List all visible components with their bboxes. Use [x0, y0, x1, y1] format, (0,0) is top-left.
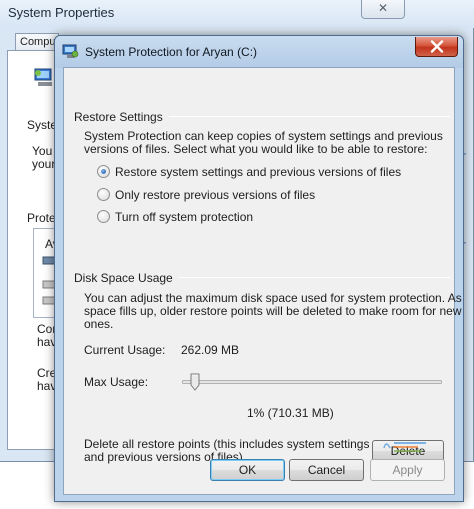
- bg-fragment-system: Syster: [27, 118, 55, 132]
- restore-settings-description-line2: versions of files. Select what you would…: [84, 142, 428, 156]
- dialog-titlebar[interactable]: System Protection for Aryan (C:): [55, 36, 463, 68]
- system-properties-titlebar: System Properties ✕: [0, 0, 474, 28]
- bg-fragment-have: hav: [37, 335, 55, 349]
- radio-label: Restore system settings and previous ver…: [115, 164, 402, 179]
- radio-restore-settings-and-files[interactable]: Restore system settings and previous ver…: [97, 164, 401, 179]
- bg-fragment-configure: Cor: [37, 322, 55, 336]
- system-properties-close-button[interactable]: ✕: [361, 0, 405, 19]
- radio-turn-off-protection[interactable]: Turn off system protection: [97, 209, 253, 224]
- apply-button[interactable]: Apply: [370, 459, 445, 481]
- watermark-logo: [383, 442, 426, 452]
- system-protection-dialog: System Protection for Aryan (C:) Restore…: [54, 35, 464, 502]
- system-protection-icon: [62, 44, 79, 58]
- disk-space-description-line2: space fills up, older restore points wil…: [84, 304, 462, 318]
- restore-settings-heading: Restore Settings: [74, 110, 169, 124]
- max-usage-value: 1% (710.31 MB): [247, 406, 334, 420]
- protection-drive-list[interactable]: Av: [33, 228, 56, 318]
- restore-settings-divider: [160, 116, 450, 117]
- close-button[interactable]: [415, 37, 458, 57]
- radio-label: Turn off system protection: [115, 209, 254, 224]
- radio-button[interactable]: [97, 210, 110, 223]
- radio-label: Only restore previous versions of files: [115, 187, 316, 202]
- cancel-button[interactable]: Cancel: [289, 459, 364, 481]
- disk-space-heading: Disk Space Usage: [74, 271, 179, 285]
- bg-fragment-protection: Protec: [27, 211, 55, 225]
- bg-fragment-create: Cre: [37, 366, 55, 380]
- radio-restore-files-only[interactable]: Only restore previous versions of files: [97, 187, 315, 202]
- computer-icon: [34, 68, 52, 86]
- close-icon: [430, 40, 444, 53]
- disk-space-divider: [164, 277, 450, 278]
- ok-button[interactable]: OK: [210, 459, 285, 481]
- max-usage-slider-track[interactable]: [182, 380, 442, 384]
- dialog-title: System Protection for Aryan (C:): [85, 45, 258, 59]
- max-usage-slider-thumb[interactable]: [190, 373, 200, 391]
- current-usage-value: 262.09 MB: [181, 343, 240, 357]
- dialog-body: Restore Settings System Protection can k…: [63, 67, 462, 495]
- bg-fragment-you: You c: [32, 144, 55, 158]
- disk-space-description-line3: ones.: [84, 317, 114, 331]
- bg-fragment-have-2: hav: [37, 379, 55, 393]
- current-usage-label: Current Usage:: [84, 343, 166, 357]
- max-usage-label: Max Usage:: [84, 375, 149, 389]
- radio-button-selected[interactable]: [97, 165, 110, 178]
- radio-button[interactable]: [97, 188, 110, 201]
- system-properties-title: System Properties: [8, 5, 115, 20]
- bg-fragment-your: your: [32, 157, 55, 171]
